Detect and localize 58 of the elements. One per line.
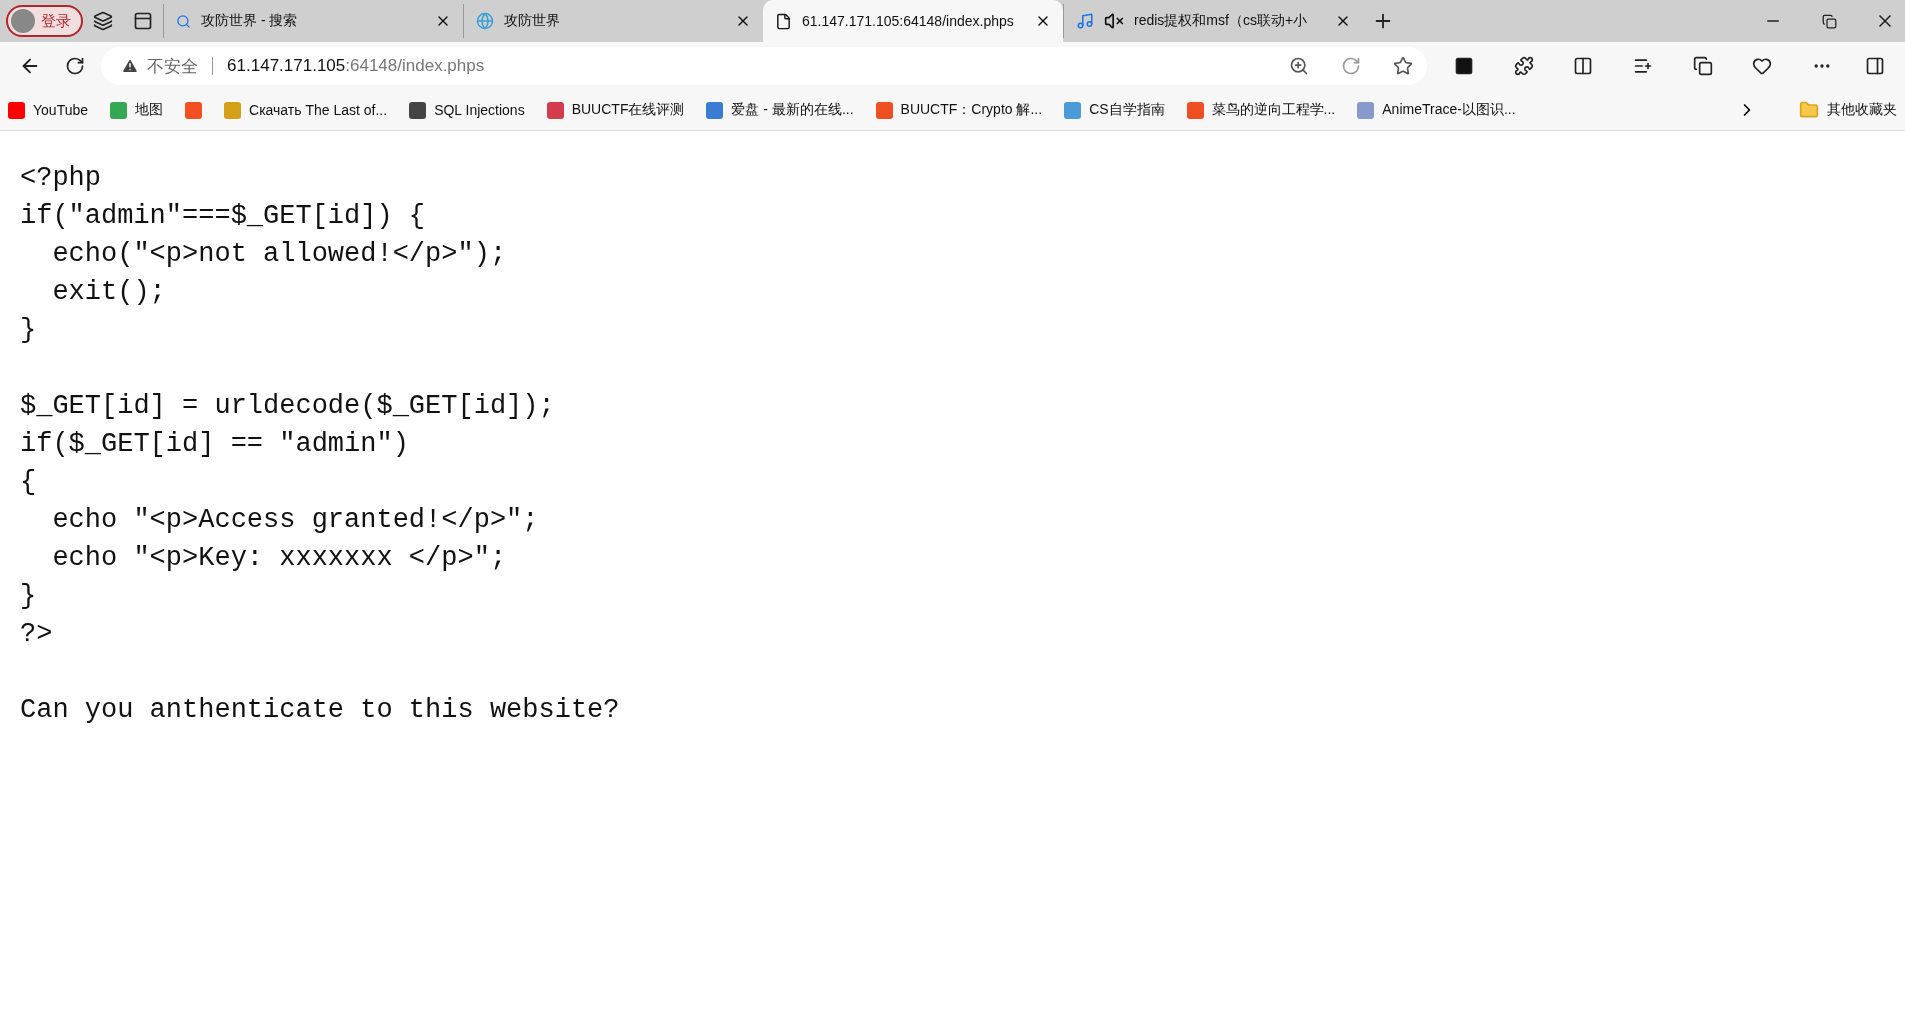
bookmark[interactable]: SQL Injections bbox=[409, 101, 525, 119]
url-text: 61.147.171.105:64148/index.phps bbox=[227, 56, 485, 76]
code-line: echo "<p>Key: xxxxxxx </p>"; bbox=[51, 542, 507, 575]
code-line: if("admin"===$_GET[id]) { bbox=[20, 200, 426, 233]
tab-title: 攻防世界 bbox=[504, 12, 561, 30]
browser-tab[interactable]: 61.147.171.105:64148/index.phps bbox=[763, 0, 1063, 42]
bookmark[interactable]: 地图 bbox=[110, 101, 163, 119]
profile-button[interactable]: 登录 bbox=[6, 5, 83, 37]
address-field[interactable]: 不安全 61.147.171.105:64148/index.phps bbox=[101, 47, 1427, 85]
tab-title: 攻防世界 - 搜索 bbox=[201, 12, 299, 30]
split-screen-icon[interactable] bbox=[1573, 56, 1594, 76]
folder-icon bbox=[1799, 100, 1819, 120]
avatar-icon bbox=[11, 9, 35, 33]
refresh-icon[interactable] bbox=[1340, 56, 1361, 76]
tab-title: redis提权和msf（cs联动+小 bbox=[1134, 12, 1309, 30]
favorite-icon[interactable] bbox=[1392, 56, 1413, 76]
tab-title: 61.147.171.105:64148/index.phps bbox=[802, 13, 1015, 29]
bookmark[interactable]: BUUCTF：Crypto 解... bbox=[875, 101, 1043, 119]
search-icon bbox=[176, 13, 191, 29]
reload-icon[interactable] bbox=[65, 56, 86, 76]
sidebar-icon[interactable] bbox=[1865, 56, 1886, 76]
collections-icon[interactable] bbox=[1692, 56, 1713, 76]
bookmark[interactable]: CS自学指南 bbox=[1064, 101, 1165, 119]
page-message: Can you anthenticate to this website? bbox=[20, 694, 620, 727]
favorites-icon[interactable] bbox=[1632, 56, 1653, 76]
page-icon bbox=[775, 12, 792, 30]
code-line: $_GET[id] = urldecode($_GET[id]); bbox=[20, 390, 555, 423]
code-line: if($_GET[id] == "admin") bbox=[20, 428, 409, 461]
heart-icon[interactable] bbox=[1752, 56, 1773, 76]
code-line: } bbox=[20, 314, 37, 347]
bookmark[interactable]: AnimeTrace-以图识... bbox=[1357, 101, 1516, 119]
code-line: <?php bbox=[20, 162, 101, 195]
code-line: echo "<p>Access granted!</p>"; bbox=[51, 504, 539, 537]
browser-tab[interactable]: 攻防世界 - 搜索 bbox=[163, 4, 463, 38]
extension-icon[interactable] bbox=[1454, 56, 1475, 76]
extensions-icon[interactable] bbox=[1513, 56, 1534, 76]
security-label: 不安全 bbox=[147, 55, 199, 78]
tab-actions-icon[interactable] bbox=[133, 11, 153, 31]
bookmark[interactable]: 爱盘 - 最新的在线... bbox=[706, 101, 854, 119]
muted-icon[interactable] bbox=[1104, 11, 1124, 31]
warning-icon bbox=[121, 57, 140, 75]
bookmark[interactable]: BUUCTF在线评测 bbox=[546, 101, 685, 119]
bookmark[interactable]: Скачать The Last of... bbox=[224, 101, 388, 119]
workspaces-icon[interactable] bbox=[93, 11, 113, 31]
globe-icon bbox=[476, 12, 494, 30]
code-line: } bbox=[20, 580, 37, 613]
music-icon bbox=[1076, 12, 1094, 30]
code-line: { bbox=[20, 466, 37, 499]
bookmark[interactable]: YouTube bbox=[8, 101, 88, 119]
bookmark[interactable]: 菜鸟的逆向工程学... bbox=[1186, 101, 1336, 119]
bookmark-icon[interactable] bbox=[185, 101, 202, 119]
code-line: ?> bbox=[20, 618, 53, 651]
code-line: echo("<p>not allowed!</p>"); bbox=[51, 238, 507, 271]
bookmark-folder[interactable]: 其他收藏夹 bbox=[1799, 100, 1897, 120]
code-line: exit(); bbox=[51, 276, 166, 309]
restore-icon[interactable] bbox=[1821, 13, 1837, 29]
zoom-icon[interactable] bbox=[1288, 56, 1309, 76]
browser-tab[interactable]: redis提权和msf（cs联动+小 bbox=[1063, 4, 1363, 38]
